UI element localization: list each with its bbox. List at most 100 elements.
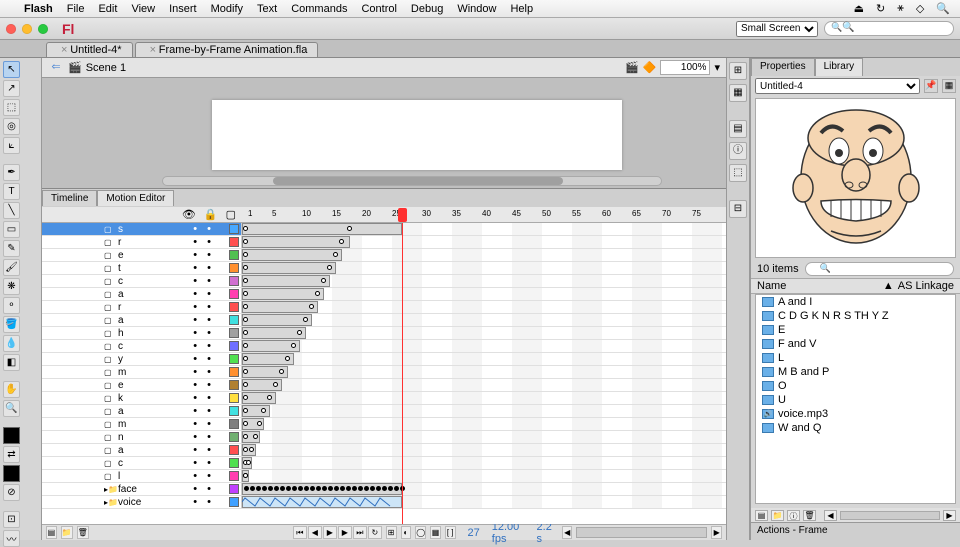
step-back-button[interactable]: ◀ — [308, 526, 322, 539]
timeline-layer-row[interactable]: ▢ t •• — [42, 262, 726, 275]
stroke-color[interactable] — [3, 427, 20, 444]
minimize-icon[interactable] — [22, 24, 32, 34]
eject-icon[interactable]: ⏏ — [854, 2, 864, 15]
pin-library-icon[interactable]: 📌 — [924, 79, 938, 93]
new-layer-button[interactable]: ▤ — [46, 526, 57, 539]
layer-frames[interactable] — [242, 405, 726, 417]
library-item[interactable]: U — [756, 393, 955, 407]
layer-name[interactable]: y — [118, 354, 123, 365]
timeline-layer-row[interactable]: ▢ a •• — [42, 405, 726, 418]
window-controls[interactable] — [6, 24, 48, 34]
lasso-tool[interactable]: ⟀ — [3, 137, 20, 154]
lock-header-icon[interactable]: 🔒 — [204, 208, 218, 221]
selection-tool[interactable]: ↖ — [3, 61, 20, 78]
layer-frames[interactable] — [242, 327, 726, 339]
layer-frames[interactable] — [242, 249, 726, 261]
layer-frames[interactable] — [242, 431, 726, 443]
timeline-layer-row[interactable]: ▢ a •• — [42, 314, 726, 327]
layer-name[interactable]: a — [118, 445, 124, 456]
back-icon[interactable]: ⇐ — [48, 60, 64, 76]
library-doc-dropdown[interactable]: Untitled-4 — [755, 78, 920, 94]
library-item[interactable]: L — [756, 351, 955, 365]
library-item[interactable]: A and I — [756, 295, 955, 309]
timeline-layer-row[interactable]: ▢ r •• — [42, 236, 726, 249]
free-transform-tool[interactable]: ⬚ — [3, 99, 20, 116]
library-search-input[interactable]: 🔍 — [805, 262, 954, 276]
layer-frames[interactable] — [242, 470, 726, 482]
3d-rotate-tool[interactable]: ◎ — [3, 118, 20, 135]
timeline-hscroll-left[interactable]: ◀ — [562, 526, 573, 539]
help-search-input[interactable]: 🔍 — [824, 21, 954, 36]
library-col-linkage[interactable]: AS Linkage — [898, 280, 954, 292]
dock-library-icon[interactable]: ▦ — [729, 84, 747, 102]
onion-skin-button[interactable]: ◐ — [401, 526, 412, 539]
layer-name[interactable]: n — [118, 432, 124, 443]
timeline-layer-row[interactable]: ▢ k •• — [42, 392, 726, 405]
close-icon[interactable] — [6, 24, 16, 34]
zoom-icon[interactable] — [38, 24, 48, 34]
library-item[interactable]: W and Q — [756, 421, 955, 435]
doc-tab-frame-anim[interactable]: × Frame-by-Frame Animation.fla — [135, 42, 319, 57]
spotlight-icon[interactable]: 🔍 — [936, 2, 950, 15]
tab-properties[interactable]: Properties — [751, 58, 815, 76]
layer-outline-color[interactable] — [229, 380, 239, 390]
layer-outline-color[interactable] — [229, 497, 239, 507]
text-tool[interactable]: T — [3, 183, 20, 200]
layer-name[interactable]: k — [118, 393, 123, 404]
timeline-layer-row[interactable]: ▸📁 face •• — [42, 483, 726, 496]
line-tool[interactable]: ╲ — [3, 202, 20, 219]
layer-name[interactable]: r — [118, 237, 121, 248]
eyedropper-tool[interactable]: 💧 — [3, 335, 20, 352]
stage[interactable] — [212, 100, 622, 170]
layer-outline-color[interactable] — [229, 315, 239, 325]
stage-hscrollbar[interactable] — [162, 176, 662, 186]
layer-outline-color[interactable] — [229, 289, 239, 299]
lib-hscroll-right[interactable]: ▶ — [943, 510, 956, 521]
step-fwd-button[interactable]: ▶ — [338, 526, 352, 539]
edit-symbols-icon[interactable]: 🔶 — [643, 61, 657, 74]
layer-name[interactable]: a — [118, 406, 124, 417]
layer-name[interactable]: c — [118, 458, 123, 469]
layer-name[interactable]: l — [118, 471, 120, 482]
layer-outline-color[interactable] — [229, 419, 239, 429]
library-item[interactable]: F and V — [756, 337, 955, 351]
wifi-icon[interactable]: ◇ — [916, 2, 924, 15]
layer-frames[interactable] — [242, 366, 726, 378]
menu-text[interactable]: Text — [257, 3, 277, 15]
layer-outline-color[interactable] — [229, 393, 239, 403]
playhead-line[interactable] — [402, 223, 403, 524]
layer-frames[interactable] — [242, 301, 726, 313]
play-button[interactable]: ▶ — [323, 526, 337, 539]
menu-edit[interactable]: Edit — [98, 3, 117, 15]
zoom-tool[interactable]: 🔍 — [3, 400, 20, 417]
stage-area[interactable] — [42, 78, 726, 188]
rectangle-tool[interactable]: ▭ — [3, 221, 20, 238]
menu-control[interactable]: Control — [361, 3, 396, 15]
outline-header-icon[interactable]: ▢ — [226, 208, 236, 221]
lib-hscrollbar[interactable] — [840, 511, 940, 520]
delete-layer-button[interactable]: 🗑 — [77, 526, 89, 539]
library-item[interactable]: C D G K N R S TH Y Z — [756, 309, 955, 323]
playhead[interactable] — [398, 208, 407, 222]
tab-library[interactable]: Library — [815, 58, 864, 76]
layer-name[interactable]: c — [118, 341, 123, 352]
layer-frames[interactable] — [242, 444, 726, 456]
center-frame-button[interactable]: ⊞ — [386, 526, 397, 539]
layer-name[interactable]: a — [118, 315, 124, 326]
layer-outline-color[interactable] — [229, 341, 239, 351]
new-symbol-button[interactable]: ▤ — [755, 510, 768, 521]
library-item[interactable]: E — [756, 323, 955, 337]
menu-window[interactable]: Window — [457, 3, 496, 15]
timeline-layer-row[interactable]: ▢ a •• — [42, 444, 726, 457]
layer-name[interactable]: t — [118, 263, 121, 274]
dock-properties-icon[interactable]: ⊞ — [729, 62, 747, 80]
goto-first-button[interactable]: ⏮ — [293, 526, 307, 539]
layer-name[interactable]: a — [118, 289, 124, 300]
layer-frames[interactable] — [242, 262, 726, 274]
zoom-input[interactable] — [660, 60, 710, 75]
deco-tool[interactable]: ❋ — [3, 278, 20, 295]
lib-hscroll-left[interactable]: ◀ — [824, 510, 837, 521]
sync-icon[interactable]: ↻ — [876, 2, 885, 15]
goto-last-button[interactable]: ⏭ — [353, 526, 367, 539]
layer-frames[interactable] — [242, 379, 726, 391]
